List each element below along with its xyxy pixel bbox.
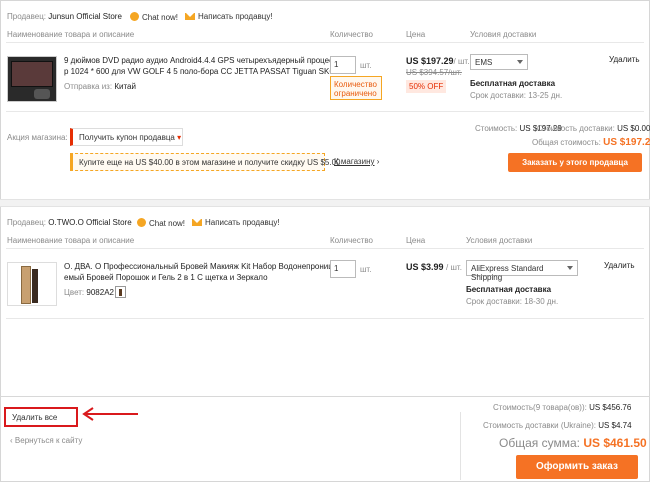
quantity-input[interactable]: 1 (330, 260, 356, 278)
product-color: Цвет: 9082A2 (64, 288, 114, 297)
ship-from: Отправка из: Китай (64, 82, 136, 91)
product-title-line2[interactable]: емый Бровей Порошок и Гель 2 в 1 С щетка… (64, 273, 268, 282)
divider (6, 111, 644, 112)
message-seller-link[interactable]: Написать продавцу! (192, 218, 280, 227)
chat-now-link[interactable]: Chat now! (130, 12, 178, 22)
annotation-arrow (82, 407, 138, 421)
divider (6, 42, 644, 43)
footer-vertical-divider (460, 412, 461, 480)
col-name-header: Наименование товара и описание (7, 30, 135, 39)
screen-graphic (11, 61, 53, 87)
delete-all-button[interactable]: Удалить все (4, 407, 78, 427)
chat-icon (137, 218, 146, 227)
product-image[interactable] (7, 56, 57, 102)
col-qty-header: Количество (330, 30, 373, 39)
shipping-cost-total: Стоимость доставки (Ukraine): US $4.74 (483, 421, 632, 430)
discount-badge: 50% OFF (406, 80, 447, 93)
envelope-icon (185, 13, 195, 20)
seller-label: Продавец: O.TWO.O Official Store (7, 218, 132, 227)
envelope-icon (192, 219, 202, 226)
caret-down-icon: ▾ (177, 133, 182, 142)
quantity-unit: шт. (360, 265, 372, 274)
back-to-site-link[interactable]: ‹ Вернуться к сайту (10, 436, 82, 445)
col-price-header: Цена (406, 30, 426, 39)
delete-item-button[interactable]: Удалить (609, 55, 640, 64)
product-brush-graphic (32, 269, 38, 303)
chat-icon (130, 12, 139, 21)
message-seller-link[interactable]: Написать продавцу! (185, 12, 273, 21)
seller-label: Продавец: Junsun Official Store (7, 12, 122, 21)
col-delivery-header: Условия доставки (466, 236, 533, 245)
store-total: Общая стоимость: US $197.29 (532, 137, 650, 148)
old-price: US $394.57/шт. (406, 68, 462, 77)
quantity-input[interactable]: 1 (330, 56, 356, 74)
item-price: US $197.29/ шт. (406, 56, 470, 66)
checkout-button[interactable]: Оформить заказ (516, 455, 638, 479)
delivery-time: Срок доставки: 13-25 дн. (470, 91, 563, 100)
limited-quantity-badge: Количество ограничено (330, 76, 382, 100)
swatch-fill (119, 289, 122, 296)
chevron-down-icon (567, 266, 573, 270)
store-shipping-cost: Стоимость доставки: US $0.00 (537, 124, 650, 133)
quantity-unit: шт. (360, 61, 372, 70)
chat-now-link[interactable]: Chat now! (137, 218, 185, 228)
promo-label: Акция магазина: (7, 133, 68, 142)
grand-total: Общая сумма: US $461.50 (499, 436, 647, 450)
item-price: US $3.99 / шт. (406, 262, 462, 272)
color-swatch[interactable] (115, 286, 126, 298)
to-store-link[interactable]: К магазину › (334, 157, 379, 166)
store-discount-offer: Купите еще на US $40.00 в этом магазине … (70, 153, 341, 171)
order-from-seller-button[interactable]: Заказать у этого продавца (508, 153, 642, 172)
col-price-header: Цена (406, 236, 426, 245)
seller-name[interactable]: O.TWO.O Official Store (48, 218, 131, 227)
store-separator (0, 199, 650, 207)
chevron-left-icon: ‹ (10, 436, 13, 445)
free-shipping-label: Бесплатная доставка (470, 79, 556, 88)
get-coupon-button[interactable]: Получить купон продавца ▾ (70, 128, 183, 146)
delivery-method-select[interactable]: EMS (470, 54, 528, 70)
col-name-header: Наименование товара и описание (7, 236, 135, 245)
product-title-line1[interactable]: O. ДВА. O Профессиональный Бровей Макияж… (64, 262, 337, 271)
col-delivery-header: Условия доставки (470, 30, 537, 39)
seller-name[interactable]: Junsun Official Store (48, 12, 122, 21)
chevron-right-icon: › (376, 157, 380, 166)
free-shipping-label: Бесплатная доставка (466, 285, 552, 294)
divider (6, 248, 644, 249)
camera-graphic (34, 89, 50, 99)
chevron-down-icon (517, 60, 523, 64)
product-title-line2[interactable]: р 1024 * 600 для VW GOLF 4 5 поло-бора C… (64, 67, 347, 76)
delivery-time: Срок доставки: 18-30 дн. (466, 297, 559, 306)
delivery-method-select[interactable]: AliExpress Standard Shipping (466, 260, 578, 282)
product-case-graphic (21, 266, 31, 304)
product-title-line1[interactable]: 9 дюймов DVD радио аудио Android4.4.4 GP… (64, 56, 342, 65)
divider (6, 318, 644, 319)
product-image[interactable] (7, 262, 57, 306)
delete-item-button[interactable]: Удалить (604, 261, 635, 270)
footer-divider (0, 396, 650, 397)
items-cost: Стоимость(9 товара(ов)): US $456.76 (493, 403, 632, 412)
col-qty-header: Количество (330, 236, 373, 245)
